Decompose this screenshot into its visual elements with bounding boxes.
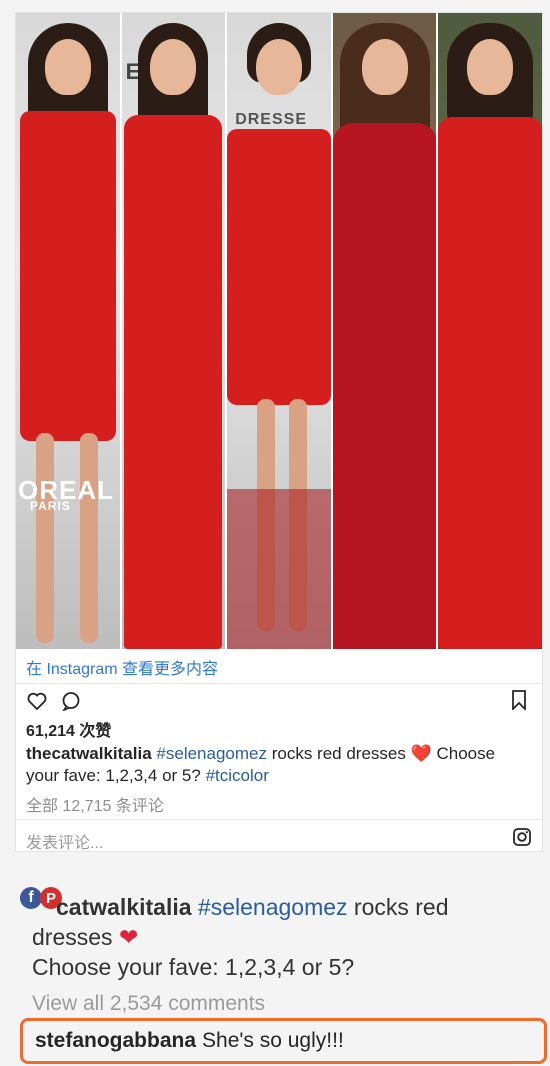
repost-hashtag: #selenagomez	[197, 894, 348, 920]
red-dress	[227, 129, 331, 405]
collage-photo-4	[332, 13, 437, 649]
caption-username[interactable]: thecatwalkitalia	[26, 744, 152, 763]
bookmark-icon[interactable]	[510, 690, 532, 712]
caption-text: rocks red dresses	[266, 744, 411, 763]
view-all-comments-text: View all 2,534 comments	[32, 992, 266, 1015]
red-dress	[438, 117, 542, 649]
heart-emoji-icon: ❤	[118, 924, 139, 950]
instagram-embed-card: OREAL PARIS ERIC DRESSE	[15, 12, 543, 852]
leg	[80, 433, 98, 643]
collage-photo-3: DRESSE	[227, 13, 331, 649]
face	[467, 39, 514, 95]
repost-text: Choose your fave: 1,2,3,4 or 5?	[32, 954, 355, 980]
background-logo-text: PARIS	[30, 499, 71, 513]
collage-photo-5	[438, 13, 542, 649]
comment-input[interactable]: 发表评论...	[26, 829, 103, 853]
heart-icon[interactable]	[26, 690, 48, 712]
repost-caption: catwalkitalia #selenagomez rocks red dre…	[32, 892, 532, 982]
divider	[16, 683, 542, 684]
red-dress	[124, 115, 223, 649]
comment-input-row[interactable]: 发表评论...	[16, 819, 542, 854]
comment-text: She's so ugly!!!	[202, 1029, 344, 1052]
photo-collage[interactable]: OREAL PARIS ERIC DRESSE	[16, 13, 542, 649]
leg	[36, 433, 54, 643]
collage-photo-1: OREAL PARIS	[16, 13, 120, 649]
caption-hashtag[interactable]: #tcicolor	[206, 766, 269, 785]
highlighted-comment: stefanogabbana She's so ugly!!!	[20, 1018, 547, 1064]
collage-photo-2: ERIC	[121, 13, 226, 649]
instagram-icon[interactable]	[512, 827, 532, 847]
red-dress	[19, 111, 116, 441]
view-all-comments-link[interactable]: 全部 12,715 条评论	[26, 792, 164, 816]
background-logo-text: DRESSE	[235, 111, 307, 128]
face	[150, 39, 197, 95]
view-on-instagram-link[interactable]: 在 Instagram 查看更多内容	[26, 655, 218, 679]
red-dress	[332, 123, 437, 649]
red-carpet	[227, 489, 331, 649]
comment-icon[interactable]	[60, 690, 82, 712]
post-caption: thecatwalkitalia #selenagomez rocks red …	[26, 743, 531, 787]
heart-emoji-icon: ❤️	[410, 744, 432, 763]
caption-hashtag[interactable]: #selenagomez	[156, 744, 267, 763]
repost-username: catwalkitalia	[56, 894, 192, 920]
post-actions	[26, 690, 82, 712]
face	[255, 39, 302, 95]
face	[44, 39, 91, 95]
face	[361, 39, 408, 95]
like-count: 61,214 次赞	[26, 723, 112, 740]
comment-username: stefanogabbana	[35, 1029, 197, 1052]
